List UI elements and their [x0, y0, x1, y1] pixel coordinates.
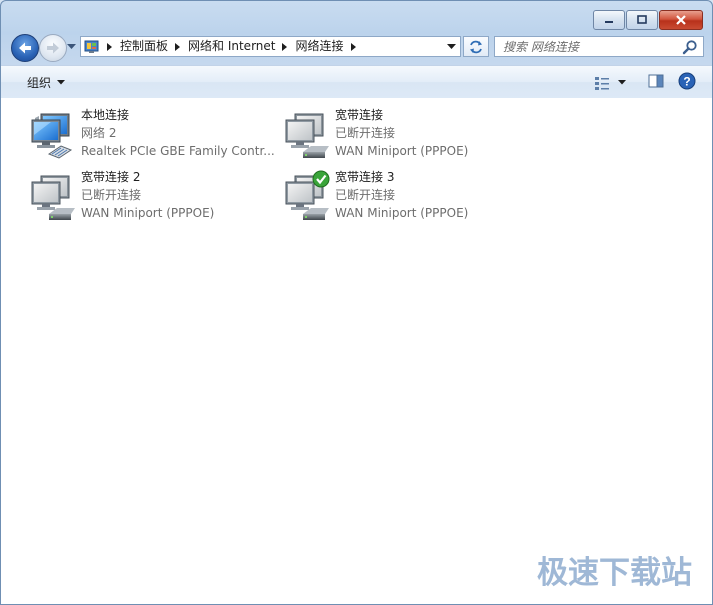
address-bar[interactable]: 控制面板 网络和 Internet 网络连接	[80, 36, 461, 57]
breadcrumb-separator[interactable]	[277, 36, 293, 57]
connection-item-local-area[interactable]: 本地连接 网络 2 Realtek PCIe GBE Family Contr.…	[11, 106, 275, 160]
search-icon	[682, 39, 697, 54]
change-view-button[interactable]	[594, 75, 626, 91]
view-list-icon	[595, 76, 609, 90]
help-button[interactable]: ?	[678, 72, 696, 93]
recent-pages-button[interactable]	[67, 42, 76, 51]
back-button[interactable]	[11, 34, 39, 62]
connection-device: Realtek PCIe GBE Family Contr...	[81, 144, 275, 158]
connection-device: WAN Miniport (PPPOE)	[335, 206, 469, 220]
connection-text: 宽带连接 已断开连接 WAN Miniport (PPPOE)	[335, 106, 468, 160]
arrow-left-icon	[19, 42, 31, 54]
connection-device: WAN Miniport (PPPOE)	[81, 206, 215, 220]
chevron-down-icon	[446, 43, 456, 49]
watermark: 极速下载站	[537, 555, 692, 591]
connection-text: 本地连接 网络 2 Realtek PCIe GBE Family Contr.…	[81, 106, 275, 160]
connection-name: 宽带连接	[335, 108, 384, 122]
chevron-down-icon	[618, 80, 626, 85]
breadcrumb-separator[interactable]	[102, 36, 118, 57]
maximize-button[interactable]	[626, 10, 658, 30]
organize-label: 组织	[27, 76, 52, 90]
connection-name: 宽带连接 3	[335, 170, 395, 184]
connection-text: 宽带连接 2 已断开连接 WAN Miniport (PPPOE)	[81, 168, 214, 222]
broadband-connection-default-icon	[285, 170, 330, 220]
chevron-right-icon	[282, 42, 288, 51]
navigation-row: 控制面板 网络和 Internet 网络连接	[1, 33, 712, 62]
breadcrumb-control-panel[interactable]: 控制面板	[118, 37, 170, 56]
chevron-down-icon	[57, 80, 66, 85]
refresh-icon	[470, 40, 482, 53]
connection-text: 宽带连接 3 已断开连接 WAN Miniport (PPPOE)	[335, 168, 468, 222]
svg-text:?: ?	[683, 74, 690, 88]
connection-status: 已断开连接	[81, 188, 142, 202]
window-controls	[593, 10, 703, 30]
chevron-right-icon	[350, 42, 356, 51]
arrow-right-icon	[47, 42, 59, 54]
lan-connection-icon	[31, 113, 73, 159]
address-dropdown-button[interactable]	[442, 37, 460, 56]
chevron-right-icon	[107, 42, 112, 51]
organize-button[interactable]: 组织	[19, 74, 66, 91]
check-badge-icon	[312, 170, 330, 188]
connection-status: 已断开连接	[335, 126, 396, 140]
chevron-right-icon	[175, 42, 181, 51]
breadcrumb-separator[interactable]	[170, 36, 186, 57]
connection-status: 网络 2	[81, 126, 117, 140]
forward-button[interactable]	[39, 34, 67, 62]
connection-name: 宽带连接 2	[81, 170, 141, 184]
broadband-connection-icon	[285, 113, 329, 158]
chevron-down-icon	[67, 43, 76, 49]
connection-item-broadband-3[interactable]: 宽带连接 3 已断开连接 WAN Miniport (PPPOE)	[265, 168, 515, 222]
connection-device: WAN Miniport (PPPOE)	[335, 144, 469, 158]
help-icon: ?	[678, 72, 696, 90]
breadcrumb-network-connections[interactable]: 网络连接	[293, 37, 345, 56]
command-bar: 组织 ?	[1, 65, 712, 99]
command-bar-tools: ?	[594, 72, 696, 93]
connection-item-broadband-2[interactable]: 宽带连接 2 已断开连接 WAN Miniport (PPPOE)	[11, 168, 261, 222]
close-icon	[676, 15, 686, 25]
connection-item-broadband[interactable]: 宽带连接 已断开连接 WAN Miniport (PPPOE)	[265, 106, 515, 160]
control-panel-icon	[84, 40, 99, 53]
broadband-connection-icon	[31, 175, 75, 220]
preview-pane-button[interactable]	[648, 73, 664, 92]
connections-list: 本地连接 网络 2 Realtek PCIe GBE Family Contr.…	[1, 98, 712, 604]
refresh-button[interactable]	[463, 36, 489, 57]
preview-pane-icon	[648, 74, 664, 88]
minimize-icon	[605, 21, 613, 23]
connection-status: 已断开连接	[335, 188, 396, 202]
search-input[interactable]	[495, 39, 682, 54]
minimize-button[interactable]	[593, 10, 625, 30]
close-button[interactable]	[659, 10, 703, 30]
breadcrumb-network-and-internet[interactable]: 网络和 Internet	[186, 37, 277, 56]
network-connections-window: 控制面板 网络和 Internet 网络连接 搜索 网络连接 组织 ? 本地连接…	[0, 0, 713, 605]
maximize-icon	[637, 15, 647, 24]
connection-name: 本地连接	[81, 108, 130, 122]
search-box[interactable]	[494, 36, 704, 57]
breadcrumb-separator[interactable]	[346, 36, 362, 57]
